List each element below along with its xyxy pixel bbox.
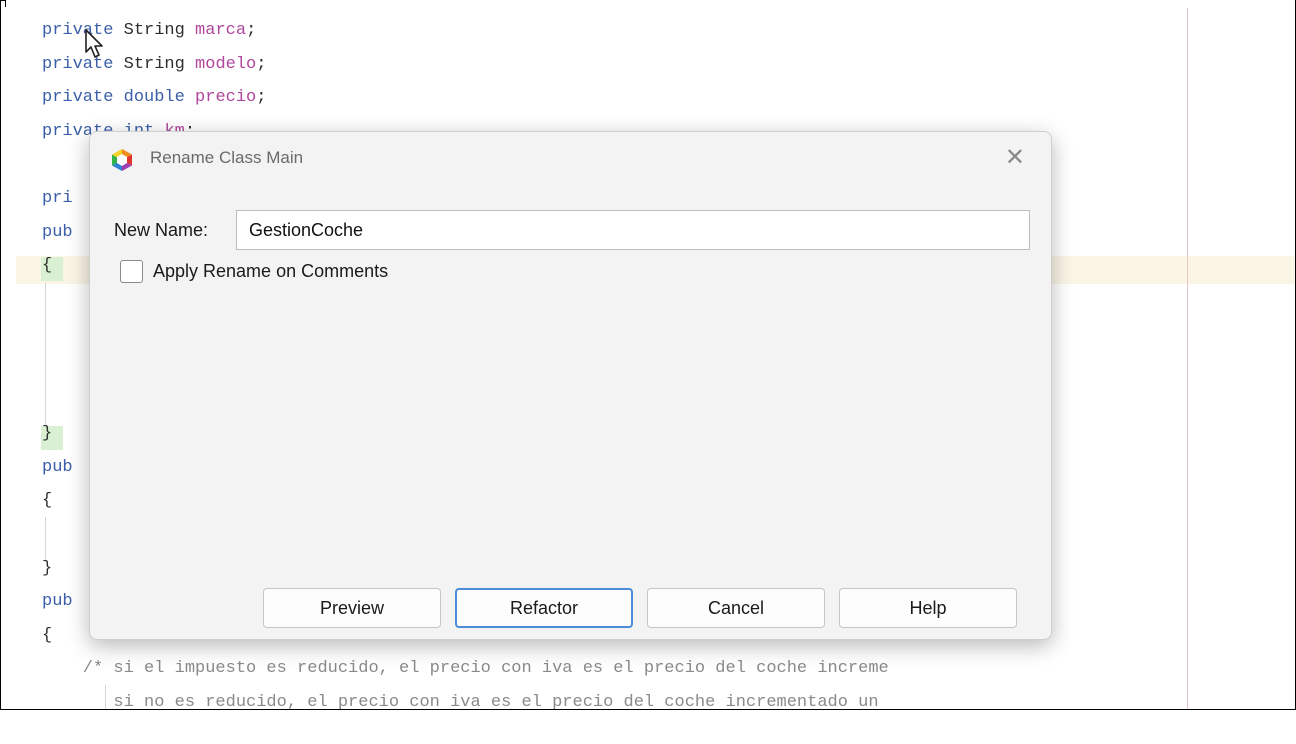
dialog-title: Rename Class Main xyxy=(150,148,304,167)
code-line: private String modelo; xyxy=(42,52,266,78)
code-token: private xyxy=(42,88,114,108)
code-token: si no es reducido, el precio con iva es … xyxy=(42,693,879,710)
cancel-button[interactable]: Cancel xyxy=(647,588,825,628)
code-line: { xyxy=(42,623,52,649)
close-icon[interactable]: ✕ xyxy=(1005,146,1025,170)
code-line: { xyxy=(42,253,52,279)
refactor-button[interactable]: Refactor xyxy=(455,588,633,628)
code-line: { xyxy=(42,488,52,514)
code-token: pri xyxy=(42,189,73,208)
code-line: private String marca; xyxy=(42,18,256,44)
code-token: { xyxy=(42,491,53,511)
code-line: } xyxy=(42,421,52,447)
code-line: pub xyxy=(42,220,73,246)
new-name-label: New Name: xyxy=(114,220,209,240)
code-token: pub xyxy=(42,457,73,477)
new-name-input[interactable] xyxy=(236,210,1030,250)
code-token: String xyxy=(113,21,196,40)
code-token: /* si el impuesto es reducido, el precio… xyxy=(42,659,889,679)
code-token: pub xyxy=(42,592,73,612)
code-token: ; xyxy=(246,21,257,40)
code-line: si no es reducido, el precio con iva es … xyxy=(42,690,879,710)
indent-guide xyxy=(45,517,46,561)
code-token: String xyxy=(113,54,196,74)
rename-class-dialog: Rename Class Main ✕ New Name: Apply Rena… xyxy=(89,131,1052,640)
apply-rename-on-comments-checkbox[interactable] xyxy=(120,260,143,283)
code-line: private double precio; xyxy=(42,85,266,111)
code-token: modelo xyxy=(195,54,257,74)
code-token: ; xyxy=(256,88,267,108)
mouse-pointer-icon xyxy=(85,29,103,58)
code-token: { xyxy=(42,256,53,276)
code-token: { xyxy=(42,625,53,645)
code-line: pub xyxy=(42,589,73,615)
screenshot-frame: private String marca; private String mode… xyxy=(0,0,1296,710)
code-token: double xyxy=(113,88,196,108)
code-line: pub xyxy=(42,455,73,481)
code-token: pub xyxy=(42,222,73,242)
code-token: precio xyxy=(195,88,257,108)
code-line: } xyxy=(42,556,52,582)
code-line: pri xyxy=(42,186,73,212)
netbeans-logo-icon xyxy=(112,149,132,171)
code-token: } xyxy=(42,558,53,578)
indent-guide xyxy=(45,283,46,425)
preview-button[interactable]: Preview xyxy=(263,588,441,628)
code-token: } xyxy=(42,424,53,444)
help-button[interactable]: Help xyxy=(839,588,1017,628)
code-token: ; xyxy=(256,54,267,74)
apply-rename-on-comments-label[interactable]: Apply Rename on Comments xyxy=(153,261,388,282)
right-margin-line xyxy=(1187,8,1188,709)
code-token: marca xyxy=(195,21,247,40)
code-line: /* si el impuesto es reducido, el precio… xyxy=(42,656,889,682)
